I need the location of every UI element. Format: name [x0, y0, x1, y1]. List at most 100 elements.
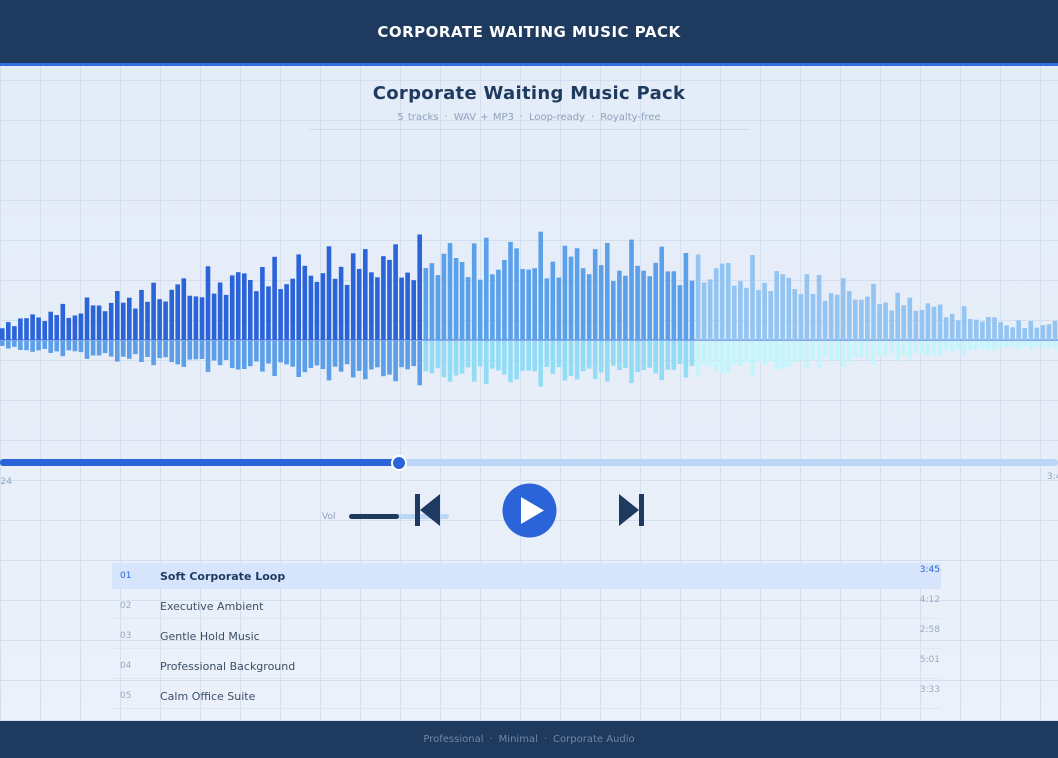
waveform-reflection-bar — [48, 341, 53, 353]
volume-label: Vol — [322, 512, 336, 522]
waveform-reflection-bar — [423, 341, 429, 372]
meta-formats: WAV + MP3 — [453, 112, 514, 123]
waveform-bar — [242, 273, 247, 340]
waveform-reflection-bar — [562, 341, 568, 381]
waveform-reflection-bar — [1034, 341, 1040, 347]
track-name: Executive Ambient — [160, 600, 264, 613]
waveform-reflection-bar — [756, 341, 761, 362]
track-name: Soft Corporate Loop — [160, 570, 286, 583]
waveform-bar — [998, 322, 1003, 340]
waveform-reflection-bar — [949, 341, 955, 352]
waveform-bar — [102, 311, 108, 340]
waveform-bar — [399, 277, 404, 340]
total-time: 3:45 — [1047, 472, 1058, 482]
waveform-reflection-bar — [871, 341, 876, 365]
waveform-bar — [302, 265, 308, 340]
next-track-button[interactable] — [617, 492, 647, 528]
waveform-reflection-bar — [641, 341, 646, 371]
waveform-bar — [762, 282, 767, 340]
waveform[interactable] — [0, 220, 1058, 400]
waveform-reflection-bar — [653, 341, 658, 374]
waveform-bar — [774, 271, 779, 340]
waveform-reflection-bar — [471, 341, 477, 382]
waveform-reflection-bar — [326, 341, 332, 381]
waveform-reflection-bar — [411, 341, 416, 367]
waveform-bar — [520, 269, 525, 340]
waveform-reflection-bar — [290, 341, 295, 367]
track-row[interactable]: 01 Soft Corporate Loop 3:45 — [112, 563, 941, 589]
track-row[interactable]: 05 Calm Office Suite 3:33 — [112, 683, 941, 709]
track-number: 03 — [120, 631, 132, 641]
waveform-reflection-bar — [992, 341, 997, 351]
progress-bar[interactable] — [0, 459, 1058, 466]
waveform-reflection-bar — [592, 341, 598, 380]
track-row[interactable]: 04 Professional Background 5:01 — [112, 653, 941, 679]
waveform-reflection-bar — [586, 341, 592, 369]
waveform-bar — [108, 302, 114, 340]
waveform-reflection-bar — [508, 341, 513, 383]
waveform-reflection-bar — [526, 341, 531, 371]
waveform-bar — [562, 245, 568, 340]
waveform-bar — [695, 254, 701, 340]
waveform-bar — [260, 267, 265, 340]
waveform-bar — [683, 253, 689, 340]
waveform-bar — [853, 299, 858, 340]
waveform-reflection-bar — [145, 341, 150, 357]
waveform-bar — [447, 243, 453, 340]
waveform-reflection-bar — [937, 341, 943, 356]
track-number: 01 — [120, 571, 132, 581]
waveform-reflection-bar — [719, 341, 725, 374]
play-button[interactable] — [502, 483, 557, 538]
track-name: Professional Background — [160, 660, 296, 673]
waveform-reflection-bar — [320, 341, 326, 370]
progress-thumb[interactable] — [390, 455, 407, 471]
waveform-bar — [586, 274, 592, 340]
waveform-reflection-bar — [943, 341, 949, 351]
waveform-reflection-bar — [1010, 341, 1015, 347]
waveform-reflection-bar — [496, 341, 501, 371]
waveform-bar — [629, 239, 634, 340]
waveform-reflection-bar — [683, 341, 689, 378]
waveform-bar — [574, 248, 580, 340]
waveform-bar — [1040, 325, 1046, 340]
waveform-reflection-bar — [1028, 341, 1034, 349]
waveform-reflection-bar — [121, 341, 126, 357]
waveform-reflection-bar — [350, 341, 356, 378]
waveform-bar — [955, 320, 961, 340]
waveform-bar — [205, 266, 211, 340]
waveform-bar — [350, 253, 356, 340]
app-header: CORPORATE WAITING MUSIC PACK — [0, 0, 1058, 66]
waveform-reflection-bar — [774, 341, 779, 370]
waveform-reflection-bar — [726, 341, 731, 374]
waveform-reflection-bar — [834, 341, 840, 360]
track-row[interactable]: 03 Gentle Hold Music 2:58 — [112, 623, 941, 649]
waveform-reflection-bar — [272, 341, 277, 376]
waveform-bar — [502, 259, 507, 340]
waveform-bar — [375, 277, 380, 340]
waveform-reflection-bar — [163, 341, 168, 358]
waveform-bar — [919, 310, 925, 340]
waveform-reflection-bar — [417, 341, 422, 386]
waveform-reflection-bar — [556, 341, 562, 368]
waveform-bar — [314, 281, 320, 340]
waveform-reflection-bar — [762, 341, 767, 365]
waveform-reflection-bar — [895, 341, 900, 361]
waveform-bar — [127, 297, 132, 340]
waveform-bar — [429, 263, 435, 340]
previous-track-button[interactable] — [412, 492, 442, 528]
waveform-reflection-bar — [199, 341, 205, 359]
meta-license: Royalty-free — [600, 112, 661, 123]
waveform-bar — [798, 294, 804, 340]
waveform-reflection-bar — [1052, 341, 1058, 350]
waveform-reflection-bar — [665, 341, 671, 370]
track-name: Calm Office Suite — [160, 690, 256, 703]
waveform-bar — [338, 266, 344, 340]
waveform-bar — [592, 249, 598, 340]
waveform-reflection-bar — [931, 341, 937, 355]
waveform-reflection-bar — [768, 341, 773, 362]
waveform-bar — [1052, 320, 1058, 340]
waveform-bar — [0, 328, 5, 340]
waveform-bar — [538, 231, 543, 340]
track-row[interactable]: 02 Executive Ambient 4:12 — [112, 593, 941, 619]
waveform-reflection-bar — [732, 341, 737, 364]
